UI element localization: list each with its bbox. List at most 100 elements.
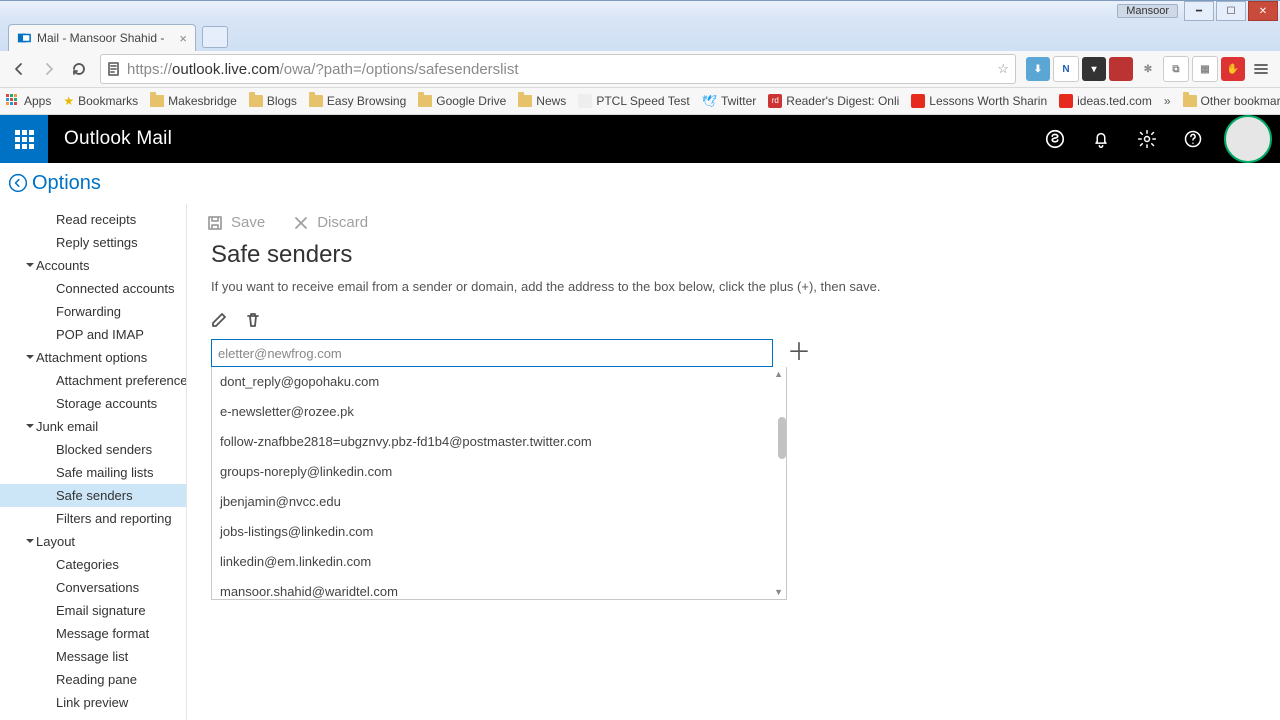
- options-sidebar: Read receipts Reply settings Accounts Co…: [0, 204, 187, 720]
- skype-button[interactable]: [1032, 115, 1078, 163]
- sidebar-item-read-receipts[interactable]: Read receipts: [0, 208, 186, 231]
- list-item[interactable]: linkedin@em.linkedin.com: [212, 547, 786, 577]
- ted-icon: [911, 94, 925, 108]
- sidebar-item-forwarding[interactable]: Forwarding: [0, 300, 186, 323]
- sidebar-item-reading-pane[interactable]: Reading pane: [0, 668, 186, 691]
- sidebar-group-junk-email[interactable]: Junk email: [0, 415, 186, 438]
- bookmark-folder[interactable]: Google Drive: [418, 94, 506, 108]
- window-minimize-button[interactable]: ━: [1184, 1, 1214, 21]
- sidebar-item-safe-senders[interactable]: Safe senders: [0, 484, 186, 507]
- extension-icon[interactable]: [1109, 57, 1133, 81]
- bookmark-item[interactable]: rdReader's Digest: Onli: [768, 94, 899, 108]
- sidebar-item-reply-settings[interactable]: Reply settings: [0, 231, 186, 254]
- discard-button[interactable]: Discard: [293, 214, 368, 231]
- page-description: If you want to receive email from a send…: [211, 279, 1256, 294]
- back-button[interactable]: [6, 56, 32, 82]
- forward-button[interactable]: [36, 56, 62, 82]
- apps-shortcut[interactable]: Apps: [6, 94, 51, 108]
- chrome-menu-button[interactable]: [1248, 56, 1274, 82]
- discard-label: Discard: [317, 214, 368, 231]
- bookmark-item[interactable]: 🕊Twitter: [702, 94, 757, 108]
- notifications-button[interactable]: [1078, 115, 1124, 163]
- sidebar-item-conversations[interactable]: Conversations: [0, 576, 186, 599]
- user-avatar[interactable]: [1224, 115, 1272, 163]
- bookmarks-bar: Apps ★ Bookmarks Makesbridge Blogs Easy B…: [0, 88, 1280, 115]
- app-title: Outlook Mail: [64, 128, 172, 150]
- sidebar-item-storage-accounts[interactable]: Storage accounts: [0, 392, 186, 415]
- page-icon: [107, 62, 121, 76]
- extension-icon[interactable]: ▦: [1192, 56, 1218, 82]
- extension-adblock-icon[interactable]: ✋: [1221, 57, 1245, 81]
- app-launcher-button[interactable]: [0, 115, 48, 163]
- sidebar-item-safe-mailing-lists[interactable]: Safe mailing lists: [0, 461, 186, 484]
- extension-icon[interactable]: N: [1053, 56, 1079, 82]
- sidebar-item-filters-reporting[interactable]: Filters and reporting: [0, 507, 186, 530]
- bookmark-folder[interactable]: Makesbridge: [150, 94, 237, 108]
- bookmark-item[interactable]: ★ Bookmarks: [63, 94, 138, 108]
- help-button[interactable]: [1170, 115, 1216, 163]
- sidebar-item-blocked-senders[interactable]: Blocked senders: [0, 438, 186, 461]
- bookmark-label: PTCL Speed Test: [596, 94, 689, 108]
- folder-icon: [518, 95, 532, 107]
- extension-icon[interactable]: ⧉: [1163, 56, 1189, 82]
- bookmark-folder[interactable]: Easy Browsing: [309, 94, 406, 108]
- list-item[interactable]: dont_reply@gopohaku.com: [212, 367, 786, 397]
- bookmark-item[interactable]: Lessons Worth Sharin: [911, 94, 1047, 108]
- new-tab-button[interactable]: [202, 26, 228, 48]
- sidebar-item-categories[interactable]: Categories: [0, 553, 186, 576]
- bookmark-star-icon[interactable]: ☆: [997, 61, 1009, 77]
- sidebar-item-attachment-preference[interactable]: Attachment preference: [0, 369, 186, 392]
- list-item[interactable]: mansoor.shahid@waridtel.com: [212, 577, 786, 600]
- close-tab-icon[interactable]: ×: [179, 31, 187, 46]
- extension-icon[interactable]: ✻: [1136, 57, 1160, 81]
- window-maximize-button[interactable]: ☐: [1216, 1, 1246, 21]
- bookmark-folder[interactable]: Blogs: [249, 94, 297, 108]
- sidebar-item-link-preview[interactable]: Link preview: [0, 691, 186, 714]
- list-item[interactable]: jobs-listings@linkedin.com: [212, 517, 786, 547]
- bookmarks-overflow-icon[interactable]: »: [1164, 94, 1171, 108]
- bookmark-folder[interactable]: News: [518, 94, 566, 108]
- apps-icon: [6, 94, 20, 108]
- browser-toolbar: https://outlook.live.com/owa/?path=/opti…: [0, 51, 1280, 88]
- chrome-profile-chip[interactable]: Mansoor: [1117, 4, 1178, 18]
- favicon: [578, 94, 592, 108]
- twitter-icon: 🕊: [702, 94, 717, 108]
- sidebar-item-message-format[interactable]: Message format: [0, 622, 186, 645]
- list-item[interactable]: e-newsletter@rozee.pk: [212, 397, 786, 427]
- other-bookmarks[interactable]: Other bookmarks: [1183, 94, 1280, 108]
- extension-icon[interactable]: ⬇: [1026, 57, 1050, 81]
- sidebar-group-accounts[interactable]: Accounts: [0, 254, 186, 277]
- save-button[interactable]: Save: [207, 214, 265, 231]
- sidebar-item-connected-accounts[interactable]: Connected accounts: [0, 277, 186, 300]
- bookmark-label: Bookmarks: [78, 94, 138, 108]
- sidebar-group-layout[interactable]: Layout: [0, 530, 186, 553]
- scrollbar-thumb[interactable]: [778, 417, 786, 459]
- window-close-button[interactable]: ✕: [1248, 1, 1278, 21]
- sidebar-group-calendar[interactable]: Calendar: [0, 714, 186, 720]
- list-item[interactable]: follow-znafbbe2818=ubgznvy.pbz-fd1b4@pos…: [212, 427, 786, 457]
- sidebar-item-email-signature[interactable]: Email signature: [0, 599, 186, 622]
- add-sender-button[interactable]: ＋: [787, 341, 811, 365]
- delete-button[interactable]: [245, 312, 261, 331]
- bookmark-label: Makesbridge: [168, 94, 237, 108]
- options-back-link[interactable]: Options: [8, 172, 101, 195]
- reload-button[interactable]: [66, 56, 92, 82]
- sidebar-group-attachment-options[interactable]: Attachment options: [0, 346, 186, 369]
- address-bar[interactable]: https://outlook.live.com/owa/?path=/opti…: [100, 54, 1016, 84]
- scroll-down-icon[interactable]: ▼: [774, 587, 783, 597]
- window-titlebar: Mansoor ━ ☐ ✕: [0, 1, 1280, 21]
- apps-label: Apps: [24, 94, 51, 108]
- list-item[interactable]: jbenjamin@nvcc.edu: [212, 487, 786, 517]
- browser-tab[interactable]: Mail - Mansoor Shahid - ×: [8, 24, 196, 51]
- bookmark-item[interactable]: PTCL Speed Test: [578, 94, 689, 108]
- add-sender-input[interactable]: [211, 339, 773, 367]
- star-icon: ★: [63, 94, 74, 108]
- scroll-up-icon[interactable]: ▲: [774, 369, 783, 379]
- settings-button[interactable]: [1124, 115, 1170, 163]
- list-item[interactable]: groups-noreply@linkedin.com: [212, 457, 786, 487]
- sidebar-item-message-list[interactable]: Message list: [0, 645, 186, 668]
- extension-pocket-icon[interactable]: ▾: [1082, 57, 1106, 81]
- edit-button[interactable]: [211, 312, 227, 331]
- bookmark-item[interactable]: ideas.ted.com: [1059, 94, 1152, 108]
- sidebar-item-pop-imap[interactable]: POP and IMAP: [0, 323, 186, 346]
